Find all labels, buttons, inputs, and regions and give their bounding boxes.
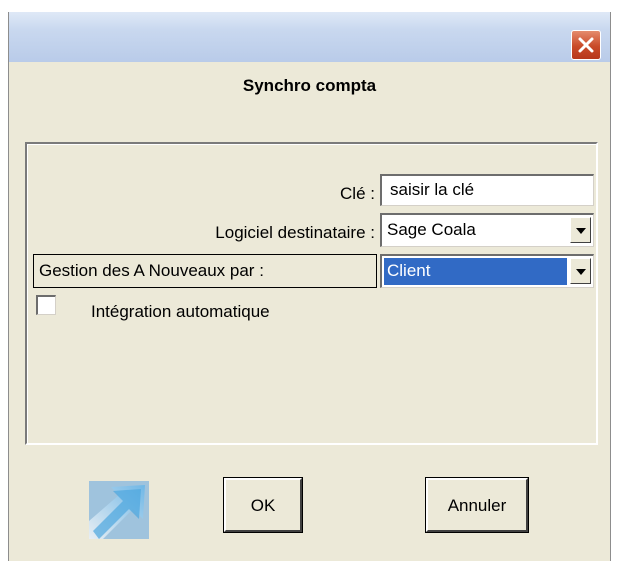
cle-label: Clé : [340,184,375,203]
integration-checkbox[interactable] [36,295,56,315]
logiciel-select[interactable]: Sage Coala [380,213,594,247]
title-bar[interactable] [9,12,610,62]
close-button[interactable] [571,30,601,60]
logiciel-label: Logiciel destinataire : [215,223,375,242]
integration-label: Intégration automatique [91,302,270,321]
cle-input[interactable]: saisir la clé [380,174,594,206]
ok-button[interactable]: OK [223,477,303,533]
cancel-button[interactable]: Annuler [425,477,529,533]
logiciel-value: Sage Coala [387,220,476,239]
gestion-label: Gestion des A Nouveaux par : [33,254,377,288]
arrow-logo-icon [89,481,149,539]
settings-panel: Clé : saisir la clé Logiciel destinatair… [25,142,598,445]
chevron-down-icon[interactable] [570,217,591,243]
chevron-down-icon[interactable] [570,258,591,284]
gestion-select[interactable]: Client [380,254,594,288]
dialog-window: Synchro compta Clé : saisir la clé Logic… [8,12,611,561]
close-icon [578,37,594,53]
gestion-value: Client [384,258,567,285]
dialog-title: Synchro compta [242,76,377,95]
